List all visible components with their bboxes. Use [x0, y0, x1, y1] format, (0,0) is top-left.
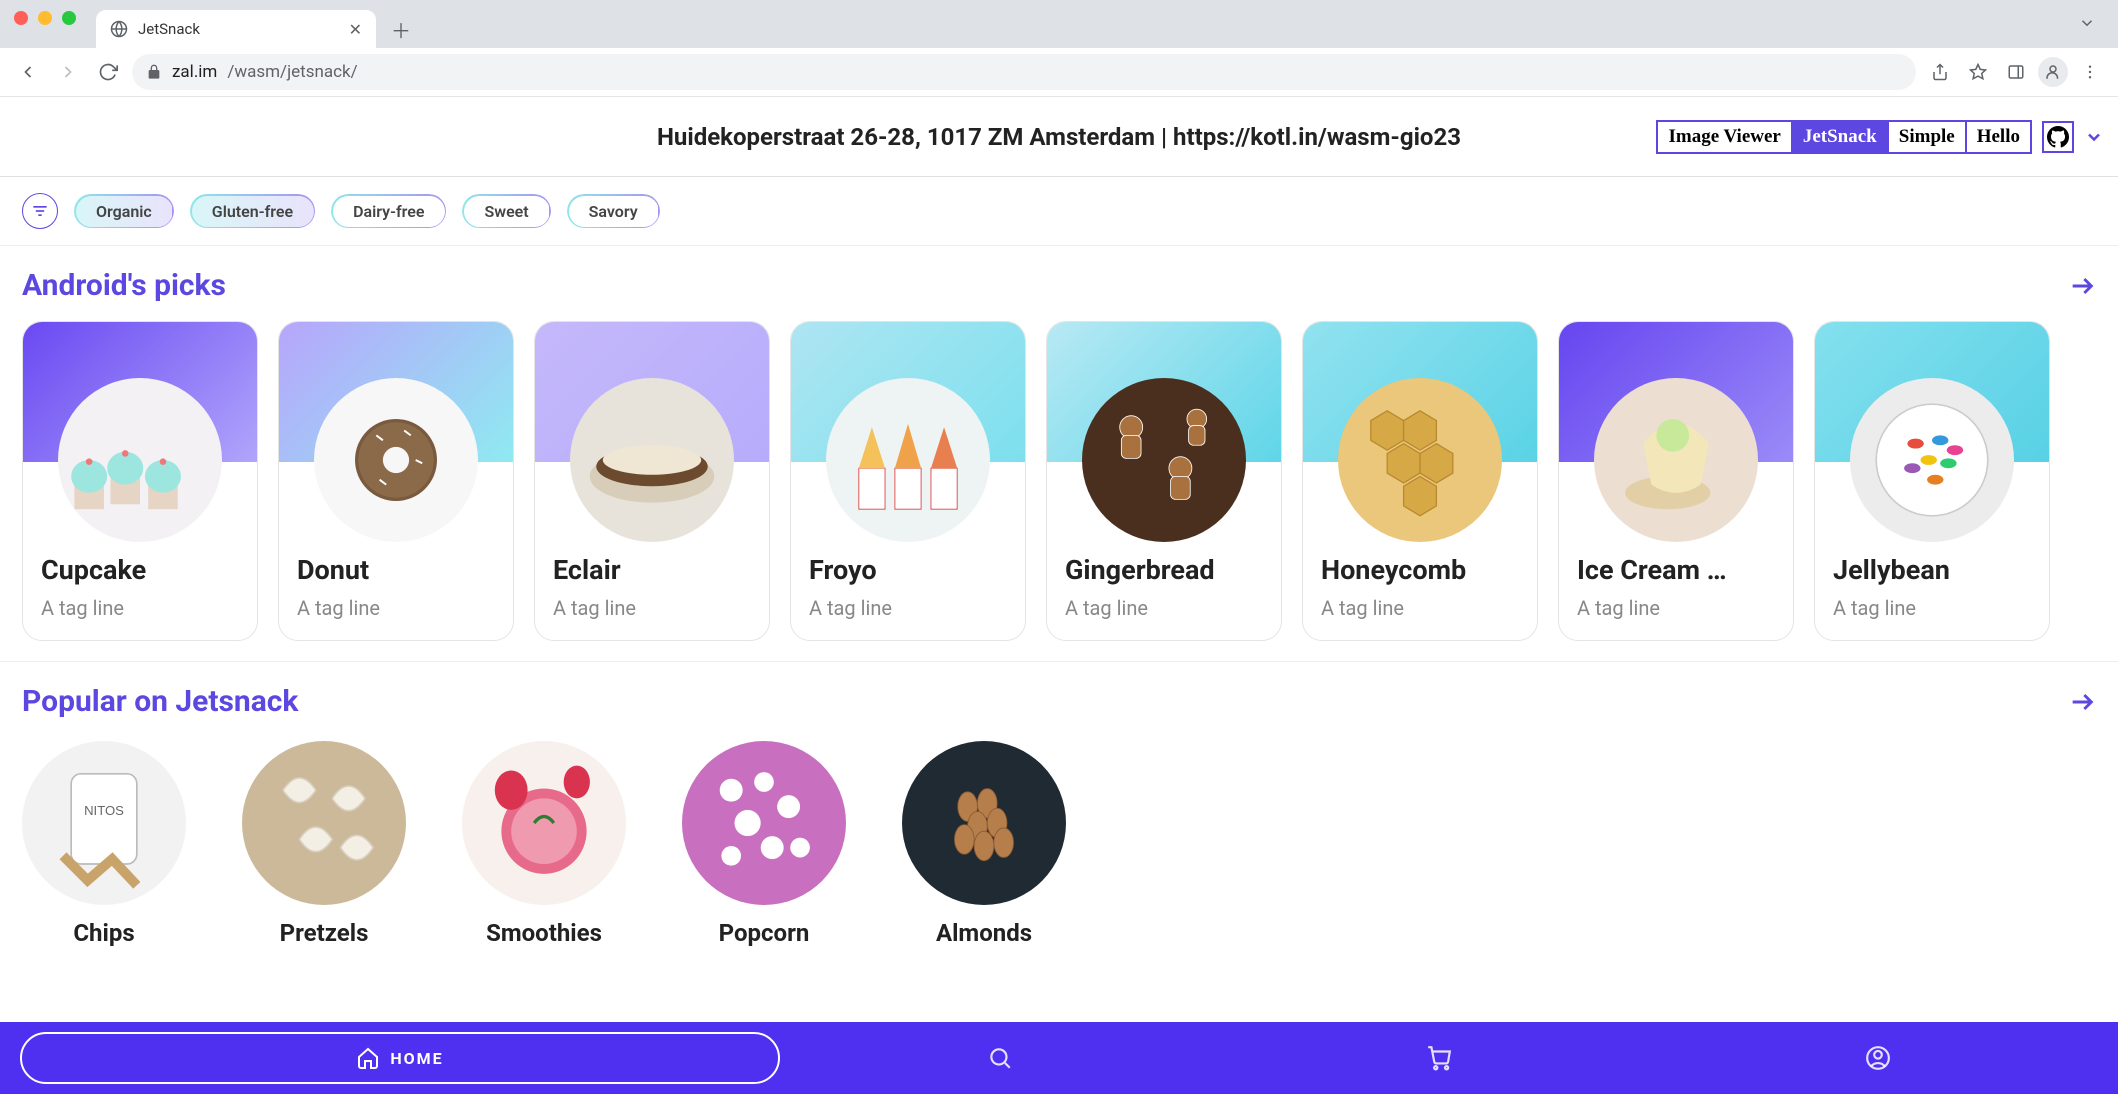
- window-controls: [14, 0, 96, 48]
- share-button[interactable]: [1924, 56, 1956, 88]
- toolbar-right: [1924, 56, 2106, 88]
- browser-chrome: JetSnack ✕ ＋ zal.im/wasm/jetsnack/: [0, 0, 2118, 96]
- nav-home[interactable]: HOME: [20, 1032, 780, 1084]
- address-bar[interactable]: zal.im/wasm/jetsnack/: [132, 54, 1916, 90]
- tabs-dropdown-icon[interactable]: [2078, 14, 2096, 32]
- page-header: Huidekoperstraat 26-28, 1017 ZM Amsterda…: [0, 97, 2118, 177]
- popular-label: Smoothies: [486, 919, 602, 947]
- popular-label: Pretzels: [280, 919, 369, 947]
- filter-chip-gluten-free[interactable]: Gluten-free: [190, 194, 315, 228]
- tab-title: JetSnack: [138, 20, 339, 38]
- back-button[interactable]: [12, 56, 44, 88]
- search-icon: [987, 1045, 1013, 1071]
- home-icon: [356, 1046, 380, 1070]
- nav-home-label: HOME: [390, 1049, 443, 1068]
- snack-card-gingerbread[interactable]: Gingerbread A tag line: [1046, 321, 1282, 641]
- snack-card-honeycomb[interactable]: Honeycomb A tag line: [1302, 321, 1538, 641]
- filters-row: Organic Gluten-free Dairy-free Sweet Sav…: [0, 177, 2118, 246]
- card-tagline: A tag line: [809, 596, 1007, 620]
- globe-icon: [110, 20, 128, 38]
- card-tagline: A tag line: [1833, 596, 2031, 620]
- tab-strip: JetSnack ✕ ＋: [0, 0, 2118, 48]
- snack-card-froyo[interactable]: Froyo A tag line: [790, 321, 1026, 641]
- reload-button[interactable]: [92, 56, 124, 88]
- card-tagline: A tag line: [1321, 596, 1519, 620]
- popular-item-smoothies[interactable]: Smoothies: [462, 741, 626, 947]
- snack-card-eclair[interactable]: Eclair A tag line: [534, 321, 770, 641]
- browser-toolbar: zal.im/wasm/jetsnack/: [0, 48, 2118, 96]
- filter-settings-button[interactable]: [22, 193, 58, 229]
- demo-tabs: Image Viewer JetSnack Simple Hello: [1656, 120, 2032, 154]
- popular-label: Chips: [73, 919, 134, 947]
- window-maximize[interactable]: [62, 11, 76, 25]
- header-dropdown-icon[interactable]: [2084, 127, 2104, 147]
- bottom-nav: HOME: [0, 1022, 2118, 1094]
- page-title: Huidekoperstraat 26-28, 1017 ZM Amsterda…: [657, 123, 1461, 151]
- card-tagline: A tag line: [297, 596, 495, 620]
- card-tagline: A tag line: [553, 596, 751, 620]
- arrow-right-icon[interactable]: [2068, 272, 2096, 300]
- header-right: Image Viewer JetSnack Simple Hello: [1656, 120, 2104, 154]
- snack-card-cupcake[interactable]: Cupcake A tag line: [22, 321, 258, 641]
- popular-row: NITOS Chips Pretzels Smoothies Popcorn A…: [22, 737, 2096, 947]
- filter-chip-savory[interactable]: Savory: [567, 194, 660, 228]
- card-title: Eclair: [553, 554, 751, 586]
- card-title: Froyo: [809, 554, 1007, 586]
- section-popular: Popular on Jetsnack NITOS Chips Pretzels…: [0, 662, 2118, 967]
- card-tagline: A tag line: [41, 596, 239, 620]
- card-title: Gingerbread: [1065, 554, 1263, 586]
- url-path: /wasm/jetsnack/: [227, 62, 357, 82]
- demo-tab-simple[interactable]: Simple: [1889, 122, 1967, 152]
- card-tagline: A tag line: [1577, 596, 1775, 620]
- popular-label: Popcorn: [719, 919, 810, 947]
- demo-tab-hello[interactable]: Hello: [1967, 122, 2030, 152]
- popular-item-chips[interactable]: NITOS Chips: [22, 741, 186, 947]
- window-close[interactable]: [14, 11, 28, 25]
- kebab-menu-button[interactable]: [2074, 56, 2106, 88]
- lock-icon: [146, 64, 162, 80]
- profile-icon: [1865, 1045, 1891, 1071]
- page-content: Huidekoperstraat 26-28, 1017 ZM Amsterda…: [0, 96, 2118, 1022]
- github-link[interactable]: [2042, 121, 2074, 153]
- cart-icon: [1426, 1045, 1452, 1071]
- popular-item-popcorn[interactable]: Popcorn: [682, 741, 846, 947]
- github-icon: [2047, 126, 2069, 148]
- filter-icon: [30, 201, 50, 221]
- card-title: Honeycomb: [1321, 554, 1519, 586]
- bookmark-button[interactable]: [1962, 56, 1994, 88]
- card-tagline: A tag line: [1065, 596, 1263, 620]
- forward-button[interactable]: [52, 56, 84, 88]
- section-title-picks: Android's picks: [22, 268, 226, 303]
- nav-cart[interactable]: [1219, 1045, 1658, 1071]
- browser-tab[interactable]: JetSnack ✕: [96, 10, 376, 48]
- popular-item-pretzels[interactable]: Pretzels: [242, 741, 406, 947]
- snack-card-donut[interactable]: Donut A tag line: [278, 321, 514, 641]
- filter-chip-organic[interactable]: Organic: [74, 194, 174, 228]
- nav-profile[interactable]: [1659, 1045, 2098, 1071]
- popular-item-almonds[interactable]: Almonds: [902, 741, 1066, 947]
- filter-chip-dairy-free[interactable]: Dairy-free: [331, 194, 446, 228]
- close-tab-icon[interactable]: ✕: [349, 20, 362, 39]
- section-androids-picks: Android's picks Cupcake A tag line: [0, 246, 2118, 662]
- demo-tab-jetsnack[interactable]: JetSnack: [1793, 122, 1889, 152]
- filter-chip-sweet[interactable]: Sweet: [462, 194, 550, 228]
- popular-label: Almonds: [936, 919, 1032, 947]
- side-panel-button[interactable]: [2000, 56, 2032, 88]
- nav-search[interactable]: [780, 1045, 1219, 1071]
- card-title: Ice Cream …: [1577, 554, 1775, 586]
- svg-text:NITOS: NITOS: [84, 803, 124, 818]
- card-title: Cupcake: [41, 554, 239, 586]
- card-title: Donut: [297, 554, 495, 586]
- window-minimize[interactable]: [38, 11, 52, 25]
- new-tab-button[interactable]: ＋: [384, 12, 418, 46]
- cards-row: Cupcake A tag line Donut A tag line: [22, 321, 2096, 641]
- card-title: Jellybean: [1833, 554, 2031, 586]
- section-title-popular: Popular on Jetsnack: [22, 684, 298, 719]
- demo-tab-image-viewer[interactable]: Image Viewer: [1658, 122, 1792, 152]
- arrow-right-icon[interactable]: [2068, 688, 2096, 716]
- snack-card-ice-cream[interactable]: Ice Cream … A tag line: [1558, 321, 1794, 641]
- profile-button[interactable]: [2038, 57, 2068, 87]
- snack-card-jellybean[interactable]: Jellybean A tag line: [1814, 321, 2050, 641]
- url-host: zal.im: [172, 62, 217, 82]
